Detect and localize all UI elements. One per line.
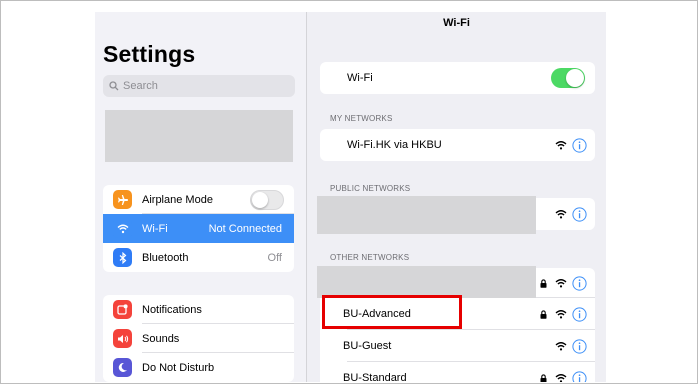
search-icon xyxy=(109,81,119,91)
wifi-status: Not Connected xyxy=(208,222,282,235)
sidebar-item-sounds[interactable]: Sounds xyxy=(103,324,294,353)
sidebar-item-wifi[interactable]: Wi-Fi Not Connected xyxy=(103,214,294,243)
info-icon[interactable] xyxy=(572,137,587,153)
wifi-toggle[interactable] xyxy=(551,68,585,88)
search-input[interactable]: Search xyxy=(103,75,295,97)
highlight-box xyxy=(322,295,462,329)
network-icons xyxy=(555,206,587,222)
info-icon[interactable] xyxy=(572,306,587,322)
my-networks-group: Wi-Fi.HK via HKBU xyxy=(320,129,595,161)
sidebar-item-label: Bluetooth xyxy=(142,251,189,264)
redacted-public-network xyxy=(317,196,536,234)
info-icon[interactable] xyxy=(572,206,587,222)
wifi-toggle-label: Wi-Fi xyxy=(347,72,373,84)
network-icons xyxy=(555,338,587,354)
public-networks-header: PUBLIC NETWORKS xyxy=(330,184,411,193)
lock-icon xyxy=(540,309,547,319)
wifi-signal-icon xyxy=(555,341,567,350)
wifi-toggle-group: Wi-Fi xyxy=(320,62,595,94)
page-title: Settings xyxy=(103,41,196,67)
wifi-signal-icon xyxy=(555,309,567,318)
nav-title: Wi-Fi xyxy=(443,17,470,29)
wifi-signal-icon xyxy=(555,140,567,149)
wifi-icon xyxy=(113,219,132,238)
search-placeholder: Search xyxy=(123,80,158,92)
moon-icon xyxy=(113,358,132,377)
network-icons xyxy=(540,370,587,383)
lock-icon xyxy=(540,373,547,382)
redacted-other-network xyxy=(317,266,536,298)
other-networks-header: OTHER NETWORKS xyxy=(330,253,410,262)
notifications-icon xyxy=(113,300,132,319)
network-name: Wi-Fi.HK via HKBU xyxy=(347,139,442,151)
sounds-icon xyxy=(113,329,132,348)
sidebar-item-airplane-mode: Airplane Mode xyxy=(103,185,294,214)
sidebar-item-bluetooth[interactable]: Bluetooth Off xyxy=(103,243,294,272)
general-group: Notifications Sounds Do Not Disturb xyxy=(103,295,294,382)
airplane-icon xyxy=(113,190,132,209)
sidebar-item-label: Do Not Disturb xyxy=(142,361,215,374)
wifi-signal-icon xyxy=(555,373,567,382)
lock-icon xyxy=(540,278,547,288)
network-icons xyxy=(540,306,587,322)
info-icon[interactable] xyxy=(572,275,587,291)
airplane-mode-toggle[interactable] xyxy=(250,189,284,210)
bluetooth-icon xyxy=(113,248,132,267)
sidebar-item-label: Wi-Fi xyxy=(142,222,168,235)
network-row[interactable]: BU-Guest xyxy=(320,330,595,362)
sidebar-item-label: Airplane Mode xyxy=(142,193,213,206)
sidebar-item-label: Sounds xyxy=(142,332,180,345)
network-name: BU-Standard xyxy=(343,372,407,382)
bluetooth-status: Off xyxy=(267,251,282,264)
network-icons xyxy=(540,275,587,291)
sidebar-item-do-not-disturb[interactable]: Do Not Disturb xyxy=(103,353,294,382)
info-icon[interactable] xyxy=(572,338,587,354)
network-row[interactable]: Wi-Fi.HK via HKBU xyxy=(320,129,595,161)
network-name: BU-Guest xyxy=(343,340,392,352)
wifi-toggle-row: Wi-Fi xyxy=(320,62,595,94)
redacted-profile[interactable] xyxy=(105,110,293,162)
settings-sidebar: Settings Search Airplane Mode Wi-Fi Not … xyxy=(95,12,307,382)
my-networks-header: MY NETWORKS xyxy=(330,114,393,123)
info-icon[interactable] xyxy=(572,370,587,383)
network-row[interactable]: BU-Standard xyxy=(320,362,595,382)
wifi-signal-icon xyxy=(555,209,567,218)
connectivity-group: Airplane Mode Wi-Fi Not Connected Blueto… xyxy=(103,185,294,272)
sidebar-item-notifications[interactable]: Notifications xyxy=(103,295,294,324)
network-icons xyxy=(555,137,587,153)
sidebar-item-label: Notifications xyxy=(142,303,202,316)
wifi-signal-icon xyxy=(555,278,567,287)
